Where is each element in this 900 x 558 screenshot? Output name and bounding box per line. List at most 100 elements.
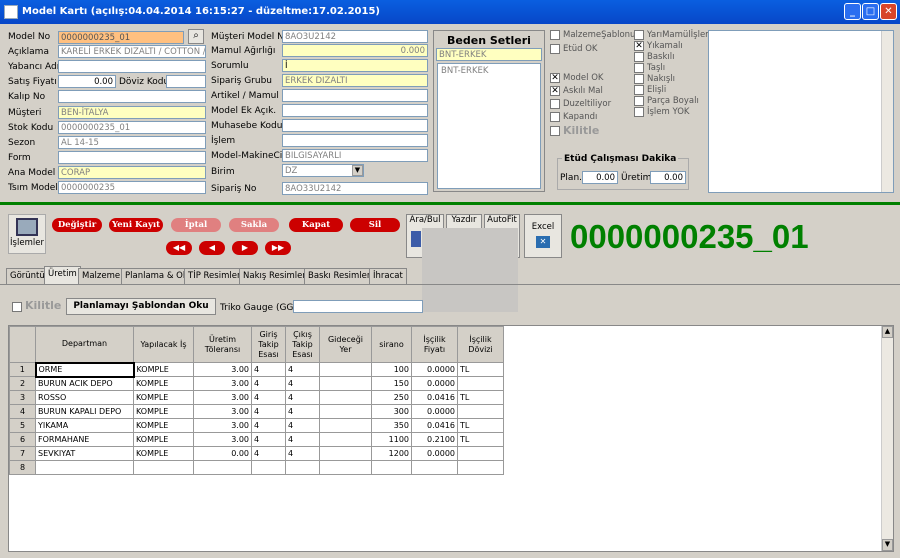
islem-yok-checkbox[interactable]: [634, 107, 644, 117]
giris-takip-cell[interactable]: 4: [251, 446, 286, 461]
iscilik-dovizi-cell[interactable]: TL: [457, 432, 504, 447]
giris-takip-cell[interactable]: 4: [251, 432, 286, 447]
yari-mamul-islem-checkbox[interactable]: [634, 30, 644, 40]
notes-scrollbar[interactable]: [881, 31, 893, 192]
iscilik-fiyati-cell[interactable]: 0.0000: [411, 362, 458, 377]
tasli-checkbox[interactable]: [634, 63, 644, 73]
yapilacak-is-cell[interactable]: KOMPLE: [133, 418, 194, 433]
uretim-tolerans-cell[interactable]: 3.00: [193, 432, 252, 447]
musteri-field[interactable]: BEN-İTALYA: [58, 106, 206, 119]
gidecegi-yer-cell[interactable]: [319, 376, 372, 391]
giris-takip-cell[interactable]: 4: [251, 418, 286, 433]
cikis-takip-cell[interactable]: 4: [285, 432, 320, 447]
close-button[interactable]: ✕: [880, 3, 897, 20]
tab-tip-resimler[interactable]: TİP Resimler: [184, 268, 245, 284]
tab-uretim[interactable]: Üretim: [44, 266, 81, 284]
iscilik-fiyati-cell[interactable]: 0.0000: [411, 404, 458, 419]
iscilik-fiyati-cell[interactable]: 0.0000: [411, 446, 458, 461]
baskili-checkbox[interactable]: [634, 52, 644, 62]
gidecegi-yer-cell[interactable]: [319, 404, 372, 419]
cikis-takip-cell[interactable]: [285, 460, 320, 475]
gidecegi-yer-cell[interactable]: [319, 446, 372, 461]
planlama-sablondan-oku-button[interactable]: Planlamayı Şablondan Oku: [66, 298, 216, 315]
model-makine-cins-field[interactable]: BILGISAYARLI: [282, 149, 428, 162]
sorumlu-field[interactable]: İ: [282, 59, 428, 72]
departman-cell[interactable]: ORME: [34, 361, 135, 378]
maximize-button[interactable]: □: [862, 3, 879, 20]
departman-cell[interactable]: [35, 460, 134, 475]
model-ok-checkbox[interactable]: ✕: [550, 73, 560, 83]
degistir-button[interactable]: Değiştir: [52, 218, 102, 232]
iscilik-dovizi-cell[interactable]: TL: [457, 418, 504, 433]
aciklama-field[interactable]: KARELİ ERKEK DIZALTI / COTTON / C: [58, 45, 206, 58]
kapat-button[interactable]: Kapat: [289, 218, 343, 232]
islemler-button[interactable]: İşlemler: [8, 214, 46, 254]
stok-kodu-field[interactable]: 0000000235_01: [58, 121, 206, 134]
askili-mal-checkbox[interactable]: ✕: [550, 86, 560, 96]
sirano-cell[interactable]: 1100: [371, 432, 412, 447]
col-header-gidecegi-yer[interactable]: Gideceği Yer: [319, 326, 372, 363]
sirano-cell[interactable]: 300: [371, 404, 412, 419]
cikis-takip-cell[interactable]: 4: [285, 362, 320, 377]
sakla-button[interactable]: Sakla: [229, 218, 279, 232]
iscilik-dovizi-cell[interactable]: [457, 446, 504, 461]
sirano-cell[interactable]: [371, 460, 412, 475]
yikamali-checkbox[interactable]: ✕: [634, 41, 644, 51]
table-row[interactable]: 8: [9, 460, 504, 475]
satis-fiyati-field[interactable]: 0.00: [58, 75, 116, 88]
gidecegi-yer-cell[interactable]: [319, 418, 372, 433]
malzeme-sablonu-checkbox[interactable]: [550, 30, 560, 40]
col-header-iscilik-fiyati[interactable]: İşçilik Fiyatı: [411, 326, 458, 363]
departman-cell[interactable]: FORMAHANE: [35, 432, 134, 447]
muhasebe-kodu-field[interactable]: [282, 119, 428, 132]
yapilacak-is-cell[interactable]: KOMPLE: [133, 432, 194, 447]
table-row[interactable]: 5 YIKAMA KOMPLE 3.00 4 4 350 0.0416 TL: [9, 418, 504, 433]
table-row[interactable]: 2 BURUN ACIK DEPO KOMPLE 3.00 4 4 150 0.0000: [9, 376, 504, 391]
elisli-checkbox[interactable]: [634, 85, 644, 95]
kilitle-top-checkbox[interactable]: [550, 126, 560, 136]
table-row[interactable]: 7 SEVKIYAT KOMPLE 0.00 4 4 1200 0.0000: [9, 446, 504, 461]
iscilik-fiyati-cell[interactable]: 0.0000: [411, 376, 458, 391]
musteri-model-no-field[interactable]: 8AO3U2142: [282, 30, 428, 43]
table-row[interactable]: 1 ORME KOMPLE 3.00 4 4 100 0.0000 TL: [9, 361, 504, 378]
model-ek-acik-field[interactable]: [282, 104, 428, 117]
yapilacak-is-cell[interactable]: KOMPLE: [133, 362, 194, 377]
uretim-tolerans-cell[interactable]: 3.00: [193, 390, 252, 405]
yapilacak-is-cell[interactable]: KOMPLE: [133, 376, 194, 391]
siparis-grubu-field[interactable]: ERKEK DIZALTI: [282, 74, 428, 87]
artikel-mamul-field[interactable]: [282, 89, 428, 102]
next-record-button[interactable]: ▶: [232, 241, 258, 255]
departman-cell[interactable]: ROSSO: [35, 390, 134, 405]
cikis-takip-cell[interactable]: 4: [285, 418, 320, 433]
beden-list-item[interactable]: BNT-ERKEK: [438, 64, 540, 78]
duzeltiliyor-checkbox[interactable]: [550, 99, 560, 109]
gidecegi-yer-cell[interactable]: [319, 390, 372, 405]
yapilacak-is-cell[interactable]: KOMPLE: [133, 404, 194, 419]
iscilik-fiyati-cell[interactable]: 0.2100: [411, 432, 458, 447]
departman-cell[interactable]: BURUN ACIK DEPO: [35, 376, 134, 391]
plan-field[interactable]: 0.00: [582, 171, 618, 184]
col-header-uretim-tolerans[interactable]: Üretim Töleransı: [193, 326, 252, 363]
uretim-tolerans-cell[interactable]: 0.00: [193, 446, 252, 461]
col-header-departman[interactable]: Departman: [35, 326, 134, 363]
nakisli-checkbox[interactable]: [634, 74, 644, 84]
triko-gauge-field[interactable]: [293, 300, 423, 313]
grid-scrollbar[interactable]: ▲ ▼: [881, 326, 893, 551]
yapilacak-is-cell[interactable]: [133, 460, 194, 475]
uretim-tolerans-cell[interactable]: 3.00: [193, 418, 252, 433]
sil-button[interactable]: Sil: [350, 218, 400, 232]
yabanci-adi-field[interactable]: [58, 60, 206, 73]
uretim-tolerans-cell[interactable]: [193, 460, 252, 475]
cikis-takip-cell[interactable]: 4: [285, 446, 320, 461]
sirano-cell[interactable]: 100: [371, 362, 412, 377]
giris-takip-cell[interactable]: 4: [251, 376, 286, 391]
parca-boyali-checkbox[interactable]: [634, 96, 644, 106]
prev-record-button[interactable]: ◀: [199, 241, 225, 255]
uretim-tolerans-cell[interactable]: 3.00: [193, 376, 252, 391]
sezon-field[interactable]: AL 14-15: [58, 136, 206, 149]
ana-model-field[interactable]: CORAP: [58, 166, 206, 179]
yapilacak-is-cell[interactable]: KOMPLE: [133, 446, 194, 461]
yeni-kayit-button[interactable]: Yeni Kayıt: [109, 218, 163, 232]
iptal-button[interactable]: İptal: [171, 218, 221, 232]
doviz-kodu-field[interactable]: [166, 75, 206, 88]
